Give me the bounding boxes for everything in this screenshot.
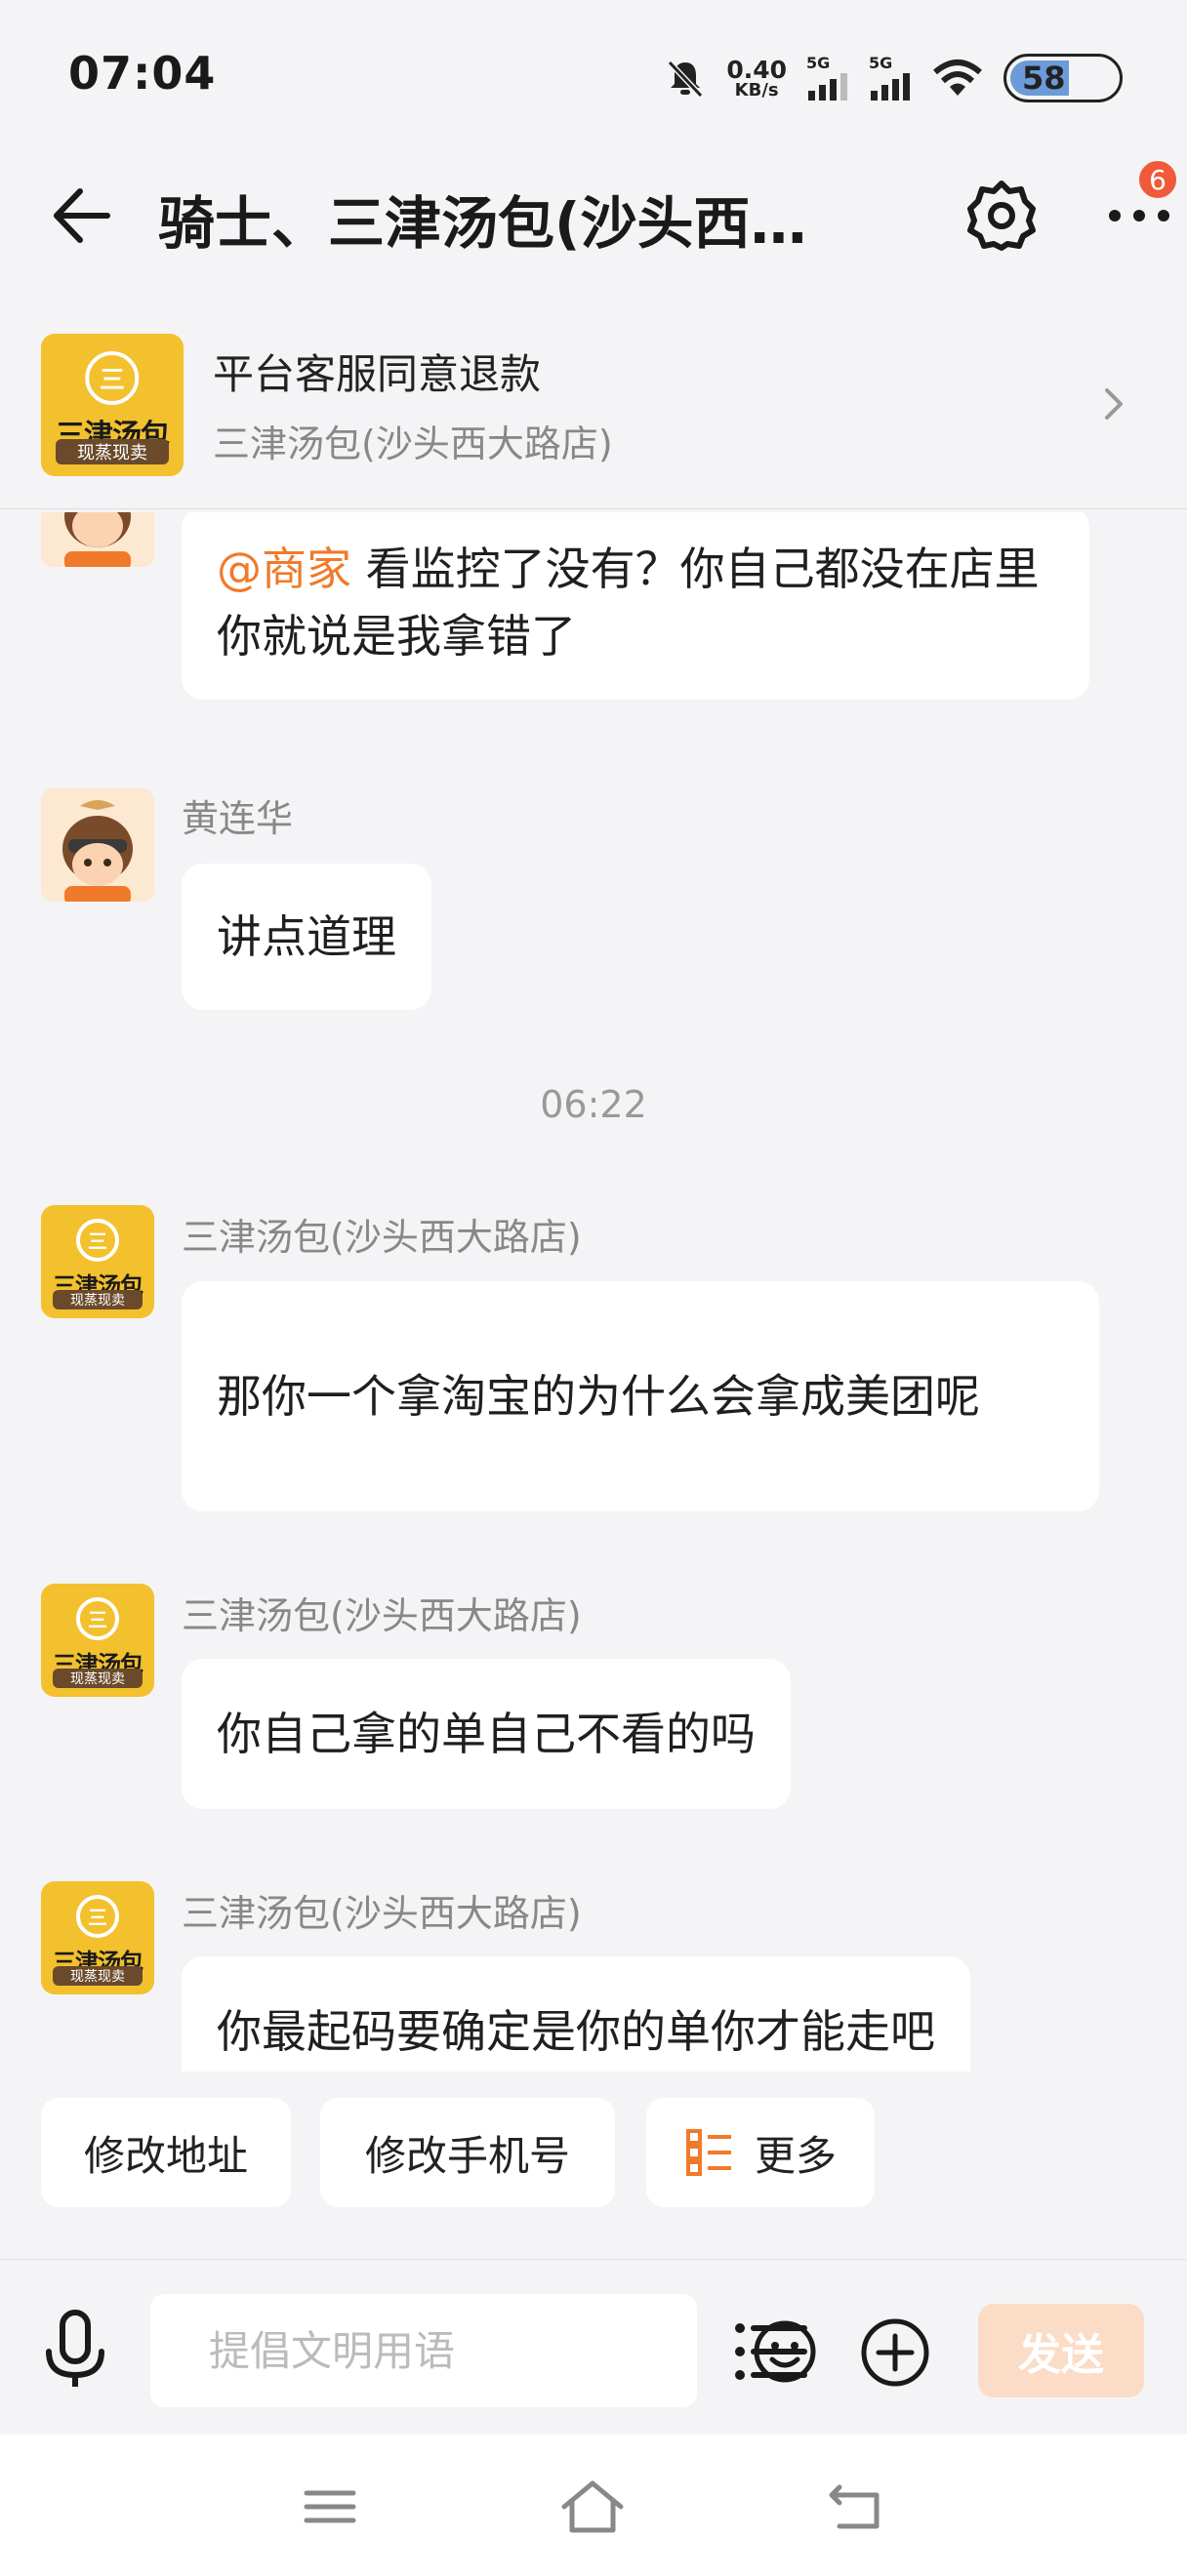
message-bubble[interactable]: 讲点道理 [182, 864, 431, 1010]
signal-2: 5G [869, 56, 912, 101]
network-speed: 0.40 KB/s [726, 58, 787, 100]
signal-bars-icon [871, 73, 910, 101]
signal-1-label: 5G [806, 54, 831, 72]
order-store-name: 三津汤包(沙头西大路店) [213, 423, 613, 465]
phrase-list-icon[interactable] [734, 2320, 808, 2383]
message-bubble[interactable]: 你自己拿的单自己不看的吗 [182, 1659, 791, 1809]
microphone-icon[interactable] [41, 2309, 109, 2391]
signal-2-label: 5G [869, 54, 893, 72]
rider-avatar-icon [41, 788, 154, 902]
chat-title: 骑士、三津汤包(沙头西… [158, 190, 807, 257]
add-attachment-icon[interactable] [859, 2316, 931, 2389]
logo-tag: 现蒸现卖 [52, 1668, 143, 1688]
wifi-icon [933, 60, 982, 96]
home-icon[interactable] [560, 2479, 625, 2534]
message-text: @商家 看监控了没有？你自己都没在店里你就说是我拿错了 [217, 536, 1054, 670]
quick-reply-more[interactable]: 更多 [646, 2098, 875, 2207]
signal-1: 5G [806, 56, 849, 101]
message-body: 你最起码要确定是你的单你才能走吧 [217, 2004, 935, 2058]
message-timestamp: 06:22 [540, 1083, 647, 1126]
rider-avatar [41, 512, 154, 567]
logo-tag: 现蒸现卖 [55, 439, 170, 465]
quick-reply-bar: 修改地址 修改手机号 更多 [0, 2098, 1187, 2210]
message-input-bar: 发送 [0, 2259, 1187, 2435]
store-avatar: 三 三津汤包 现蒸现卖 [41, 1881, 154, 1994]
order-status-title: 平台客服同意退款 [213, 350, 542, 398]
logo-emblem: 三 [75, 1894, 120, 1938]
message-bubble[interactable]: 你最起码要确定是你的单你才能走吧 [182, 1956, 970, 2072]
battery-indicator: 58 [1003, 54, 1123, 102]
message-bubble[interactable]: 那你一个拿淘宝的为什么会拿成美团呢 [182, 1281, 1099, 1511]
sender-name: 三津汤包(沙头西大路店) [182, 1594, 582, 1637]
order-status-card[interactable]: 三 三津汤包 现蒸现卖 平台客服同意退款 三津汤包(沙头西大路店) [0, 314, 1187, 509]
message-input-box[interactable] [150, 2294, 816, 2407]
bell-muted-icon [668, 60, 704, 99]
quick-reply-edit-address[interactable]: 修改地址 [41, 2098, 291, 2207]
mention-tag[interactable]: @商家 [217, 543, 351, 595]
shop-logo: 三 三津汤包 现蒸现卖 [41, 334, 184, 476]
quick-reply-more-label: 更多 [754, 2131, 837, 2180]
back-arrow-icon[interactable] [49, 183, 113, 248]
store-avatar: 三 三津汤包 现蒸现卖 [41, 1205, 154, 1318]
chat-message-list[interactable]: @商家 看监控了没有？你自己都没在店里你就说是我拿错了 黄连华 讲点道理 06:… [0, 512, 1187, 2072]
back-icon[interactable] [826, 2479, 884, 2534]
battery-level: 58 [1022, 60, 1066, 97]
status-icons: 0.40 KB/s 5G 5G 58 [664, 51, 1123, 105]
signal-bars-icon [808, 73, 847, 101]
logo-emblem: 三 [75, 1218, 120, 1262]
message-body: 讲点道理 [217, 909, 396, 963]
chat-header: 骑士、三津汤包(沙头西… 6 [0, 146, 1187, 283]
logo-emblem: 三 [75, 1596, 120, 1640]
message-input[interactable] [209, 2294, 599, 2407]
sender-name: 三津汤包(沙头西大路店) [182, 1892, 582, 1935]
more-options-icon[interactable] [1105, 201, 1173, 230]
network-speed-value: 0.40 [726, 55, 787, 84]
clock: 07:04 [68, 47, 217, 100]
gear-icon[interactable] [964, 178, 1039, 252]
sender-name: 三津汤包(沙头西大路店) [182, 1216, 582, 1259]
quick-reply-edit-phone[interactable]: 修改手机号 [320, 2098, 615, 2207]
chevron-right-icon [1105, 388, 1123, 420]
message-bubble[interactable]: @商家 看监控了没有？你自己都没在店里你就说是我拿错了 [182, 512, 1089, 700]
rider-avatar-icon [41, 512, 154, 567]
rider-avatar [41, 788, 154, 902]
system-nav-bar [0, 2435, 1187, 2576]
logo-emblem: 三 [85, 350, 140, 405]
status-bar: 07:04 0.40 KB/s 5G 5G 58 [0, 0, 1187, 146]
message-body: 你自己拿的单自己不看的吗 [217, 1707, 756, 1760]
message-body: 那你一个拿淘宝的为什么会拿成美团呢 [217, 1369, 980, 1423]
menu-icon[interactable] [303, 2479, 357, 2534]
logo-tag: 现蒸现卖 [52, 1289, 143, 1309]
sender-name: 黄连华 [182, 797, 294, 840]
list-menu-icon [685, 2129, 731, 2176]
logo-tag: 现蒸现卖 [52, 1965, 143, 1986]
network-speed-unit: KB/s [734, 79, 779, 101]
send-button[interactable]: 发送 [978, 2304, 1144, 2397]
store-avatar: 三 三津汤包 现蒸现卖 [41, 1584, 154, 1697]
notification-badge: 6 [1136, 158, 1179, 201]
